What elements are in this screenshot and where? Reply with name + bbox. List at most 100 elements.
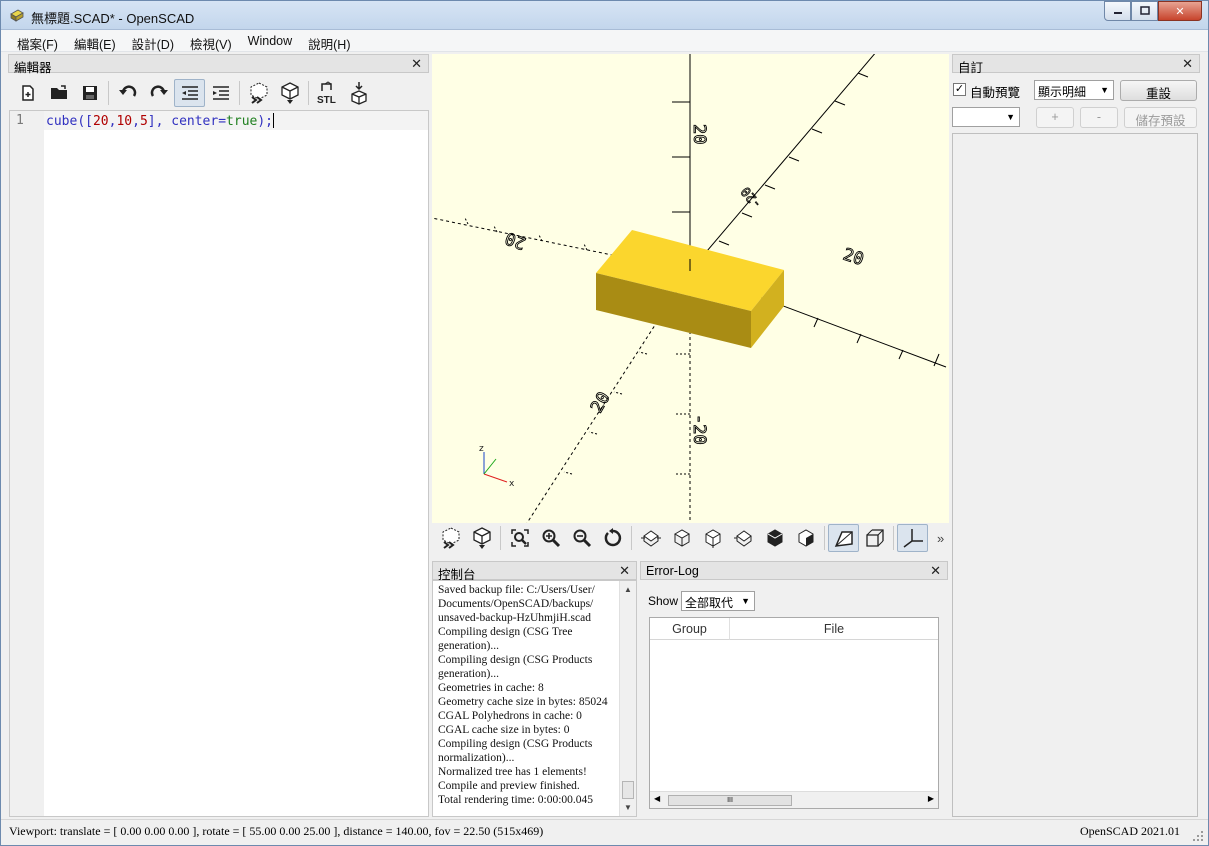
editor-close-icon[interactable]: ✕ (411, 56, 422, 72)
auto-preview-checkbox[interactable]: ✓ (953, 83, 966, 96)
zoom-in-button[interactable] (535, 524, 566, 552)
errorlog-hscroll-thumb[interactable]: III (668, 795, 792, 806)
console-line: Compile and preview finished. (438, 780, 580, 792)
customizer-close-icon[interactable]: ✕ (1182, 56, 1193, 72)
open-file-button[interactable] (43, 79, 74, 107)
redo-button[interactable] (143, 79, 174, 107)
toolbar-overflow-icon[interactable]: » (937, 531, 944, 546)
view-render-button[interactable] (466, 524, 497, 552)
3d-viewport[interactable]: 20 20 20 20 -20 -20 z x (432, 54, 949, 523)
menu-design[interactable]: 設計(D) (124, 30, 182, 52)
code-boolean: true (226, 114, 258, 129)
view-left-button[interactable] (728, 524, 759, 552)
view-right-button[interactable] (635, 524, 666, 552)
menu-window[interactable]: Window (240, 30, 300, 51)
menu-edit[interactable]: 編輯(E) (66, 30, 124, 52)
maximize-button[interactable] (1131, 1, 1158, 21)
errorlog-title: Error-Log (646, 564, 699, 578)
console-line: Total rendering time: 0:00:00.045 (438, 794, 594, 806)
minimize-button[interactable] (1104, 1, 1131, 21)
console-line: CGAL cache size in bytes: 0 (438, 724, 570, 736)
status-bar: Viewport: translate = [ 0.00 0.00 0.00 ]… (1, 819, 1208, 845)
perspective-icon (834, 531, 853, 547)
axis-label-z: 20 (689, 124, 709, 144)
preview-button[interactable] (243, 79, 274, 107)
zoom-out-button[interactable] (566, 524, 597, 552)
console-output[interactable]: Saved backup file: C:/Users/User/Documen… (432, 580, 637, 817)
save-file-button[interactable] (74, 79, 105, 107)
remove-preset-button[interactable]: - (1080, 107, 1118, 128)
errorlog-filter-select[interactable]: 全部取代 ▼ (681, 591, 755, 611)
code-equals: = (218, 114, 227, 129)
preview-icon (442, 527, 459, 549)
send-to-print-button[interactable] (343, 79, 374, 107)
redo-icon (150, 85, 168, 97)
errorlog-hscrollbar[interactable]: ◀ III ▶ (650, 791, 938, 808)
orthogonal-button[interactable] (859, 524, 890, 552)
new-file-button[interactable] (12, 79, 43, 107)
view-all-button[interactable] (504, 524, 535, 552)
view-preview-button[interactable] (435, 524, 466, 552)
console-text: Saved backup file: C:/Users/User/Documen… (438, 583, 618, 807)
detail-select-value: 顯示明細 (1038, 85, 1087, 99)
column-header-file[interactable]: File (730, 618, 938, 640)
save-preset-button[interactable]: 儲存預設 (1124, 107, 1197, 128)
chevron-down-icon: ▼ (741, 596, 750, 606)
show-axes-button[interactable] (897, 524, 928, 552)
console-line: Geometries in cache: 8 (438, 682, 544, 694)
render-button[interactable] (274, 79, 305, 107)
code-open-bracket: ([ (77, 114, 93, 129)
add-preset-button[interactable]: + (1036, 107, 1074, 128)
export-stl-button[interactable]: STL (312, 79, 343, 107)
minimize-icon (1113, 12, 1122, 14)
view-right-icon (640, 530, 661, 547)
scroll-left-icon[interactable]: ◀ (654, 794, 660, 803)
reset-view-button[interactable] (597, 524, 628, 552)
resize-grip-icon[interactable] (1192, 830, 1204, 842)
chevron-down-icon: ▼ (1100, 85, 1109, 95)
show-label: Show (648, 594, 679, 608)
errorlog-close-icon[interactable]: ✕ (930, 563, 941, 579)
mini-axes-indicator: z x (479, 444, 515, 489)
customizer-parameters-area (952, 133, 1198, 817)
view-back-button[interactable] (790, 524, 821, 552)
scroll-right-icon[interactable]: ▶ (928, 794, 934, 803)
zoom-fit-icon (510, 529, 529, 547)
code-editor[interactable]: 1 cube([20,10,5], center=true); (9, 110, 429, 817)
menu-view[interactable]: 檢視(V) (182, 30, 240, 52)
view-front-button[interactable] (759, 524, 790, 552)
preset-select[interactable]: ▼ (952, 107, 1020, 127)
axis-label-negz: -20 (689, 414, 709, 445)
view-bottom-button[interactable] (697, 524, 728, 552)
undo-button[interactable] (112, 79, 143, 107)
open-folder-icon (50, 85, 67, 99)
text-caret (273, 113, 275, 128)
indent-button[interactable] (205, 79, 236, 107)
menu-help[interactable]: 說明(H) (300, 30, 358, 52)
code-comma: , (132, 114, 140, 129)
console-scrollbar[interactable]: ▲ ▼ (619, 581, 636, 816)
unindent-button[interactable] (174, 79, 205, 107)
scroll-down-icon[interactable]: ▼ (624, 803, 632, 812)
column-header-group[interactable]: Group (650, 618, 730, 640)
perspective-button[interactable] (828, 524, 859, 552)
code-number: 10 (116, 114, 133, 129)
view-top-button[interactable] (666, 524, 697, 552)
console-scroll-thumb[interactable] (622, 781, 634, 799)
code-parameter: center (171, 114, 219, 129)
errorlog-table[interactable]: Group File ◀ III ▶ (649, 617, 939, 809)
detail-select[interactable]: 顯示明細 ▼ (1034, 80, 1114, 100)
console-line: CGAL Polyhedrons in cache: 0 (438, 710, 582, 722)
code-line[interactable]: cube([20,10,5], center=true); (44, 111, 428, 130)
reset-button[interactable]: 重設 (1120, 80, 1197, 101)
close-window-button[interactable]: ✕ (1158, 1, 1202, 21)
scroll-up-icon[interactable]: ▲ (624, 585, 632, 594)
editor-title: 編輯器 (14, 61, 52, 75)
3d-scene: 20 20 20 20 -20 -20 z x (432, 54, 947, 523)
console-close-icon[interactable]: ✕ (619, 563, 630, 579)
console-line: Compiling design (CSG Tree (438, 626, 573, 638)
menu-file[interactable]: 檔案(F) (9, 30, 66, 52)
orthogonal-icon (865, 529, 884, 547)
mini-axis-x: x (509, 479, 515, 489)
editor-dock-title: 編輯器 ✕ (8, 54, 429, 75)
